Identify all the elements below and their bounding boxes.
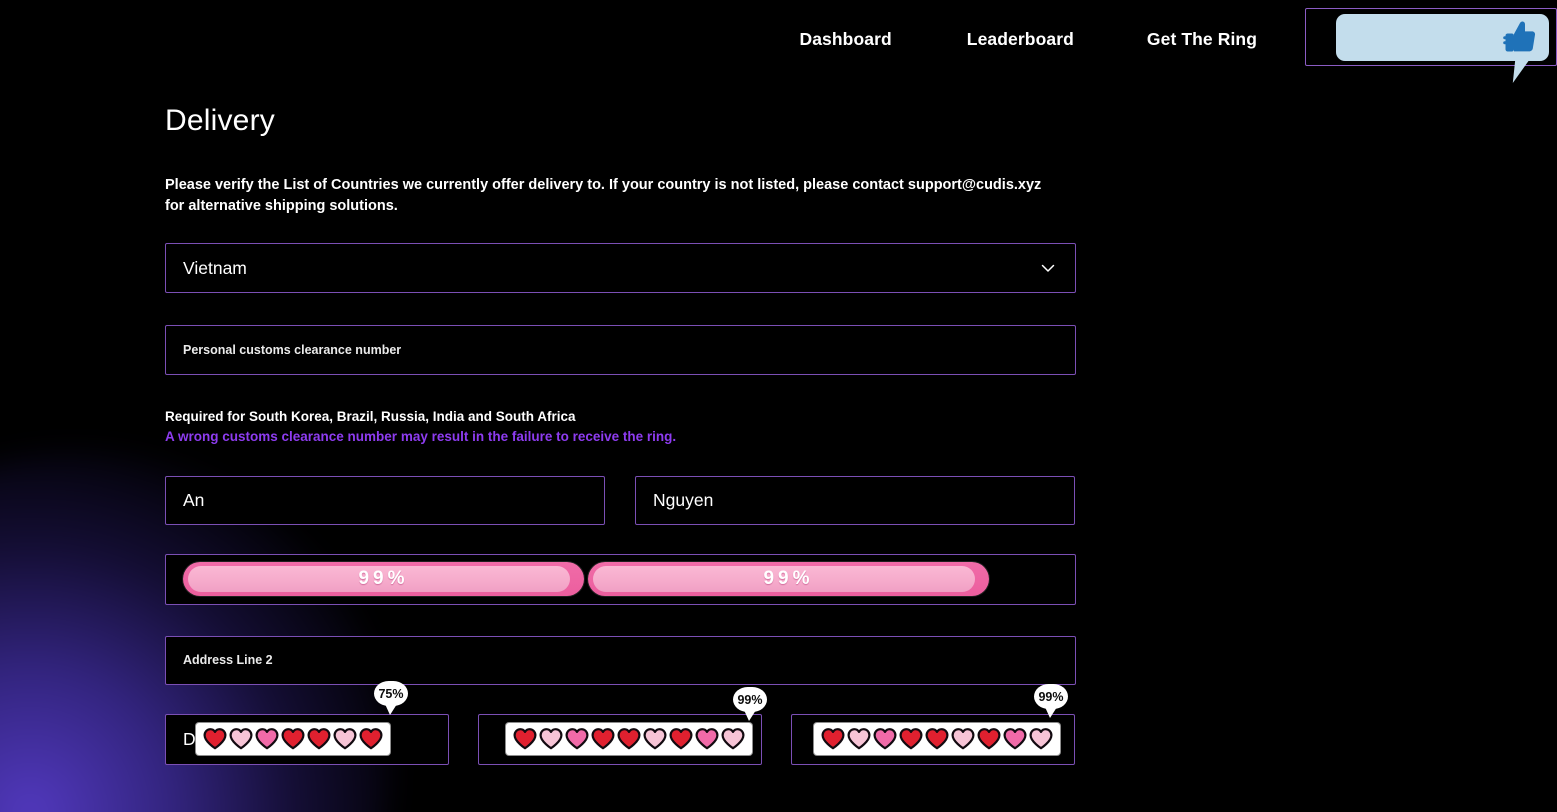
country-select-value: Vietnam [183,257,247,278]
heart-icon [925,728,949,750]
site-header: Dashboard Leaderboard Get The Ring [0,0,1557,78]
country-select[interactable]: Vietnam [165,243,1076,294]
name-row: An Nguyen [165,475,1076,525]
heart-icon [229,728,253,750]
heart-icon [307,728,331,750]
heart-rating-2: 99% [506,687,767,756]
heart-icon [333,728,357,750]
customs-clearance-placeholder: Personal customs clearance number [183,343,402,358]
connect-wallet-button[interactable] [1305,8,1557,66]
page-title: Delivery [165,104,275,137]
customs-clearance-input[interactable]: Personal customs clearance number [165,325,1076,376]
progress-bar-1-label: 99% [358,568,409,590]
last-name-value: Nguyen [653,489,714,510]
chevron-down-icon [1041,264,1055,272]
heart-icon [281,728,305,750]
heart-icon [643,728,667,750]
heart-icon [951,728,975,750]
progress-bar-2: 99% [588,562,989,597]
city-state-zip-row: D 75% 99% 99% [165,681,1076,765]
customs-warning-note: A wrong customs clearance number may res… [165,429,677,445]
city-value: D [183,728,196,749]
nav-list: Dashboard Leaderboard Get The Ring [799,8,1557,70]
delivery-page: Dashboard Leaderboard Get The Ring Deliv… [0,0,1557,812]
progress-bar-1: 99% [183,562,584,597]
heart-icon [539,728,563,750]
sidebar-item-leaderboard[interactable]: Leaderboard [967,29,1074,50]
heart-icon [899,728,923,750]
required-countries-note: Required for South Korea, Brazil, Russia… [165,409,576,425]
percent-badge-3: 99% [1034,684,1068,719]
heart-icon [1003,728,1027,750]
state-input[interactable]: 99% [478,687,767,765]
address-line-1-input[interactable]: Address Line 1 99% 99% [165,553,1076,605]
heart-icon [565,728,589,750]
heart-rating-3: 99% [814,684,1068,756]
percent-badge-1: 75% [374,681,408,716]
zip-input[interactable]: 99% [791,684,1075,765]
heart-icon [873,728,897,750]
address-line-2-input[interactable]: Address Line 2 [165,635,1076,685]
heart-icon [847,728,871,750]
heart-icon [617,728,641,750]
heart-icon [695,728,719,750]
percent-badge-2: 99% [733,687,767,722]
first-name-value: An [183,489,205,510]
sidebar-item-dashboard[interactable]: Dashboard [799,29,891,50]
heart-icon [821,728,845,750]
delivery-form: Delivery Please verify the List of Count… [165,104,1076,765]
heart-icon [721,728,745,750]
heart-icon [255,728,279,750]
connect-wallet-container [1305,8,1557,70]
heart-icon [513,728,537,750]
heart-icon [591,728,615,750]
city-input[interactable]: D 75% [165,681,449,765]
heart-icon [1029,728,1053,750]
first-name-input[interactable]: An [165,475,605,525]
heart-rating-1: 75% [196,681,408,756]
heart-icon [203,728,227,750]
heart-icon [359,728,383,750]
heart-icon [669,728,693,750]
delivery-note: Please verify the List of Countries we c… [165,177,1042,215]
address-line-2-placeholder: Address Line 2 [183,653,273,668]
last-name-input[interactable]: Nguyen [635,475,1075,525]
main-nav: Dashboard Leaderboard Get The Ring [799,8,1557,70]
heart-icon [977,728,1001,750]
progress-bar-2-label: 99% [763,568,814,590]
sidebar-item-get-the-ring[interactable]: Get The Ring [1147,29,1257,50]
